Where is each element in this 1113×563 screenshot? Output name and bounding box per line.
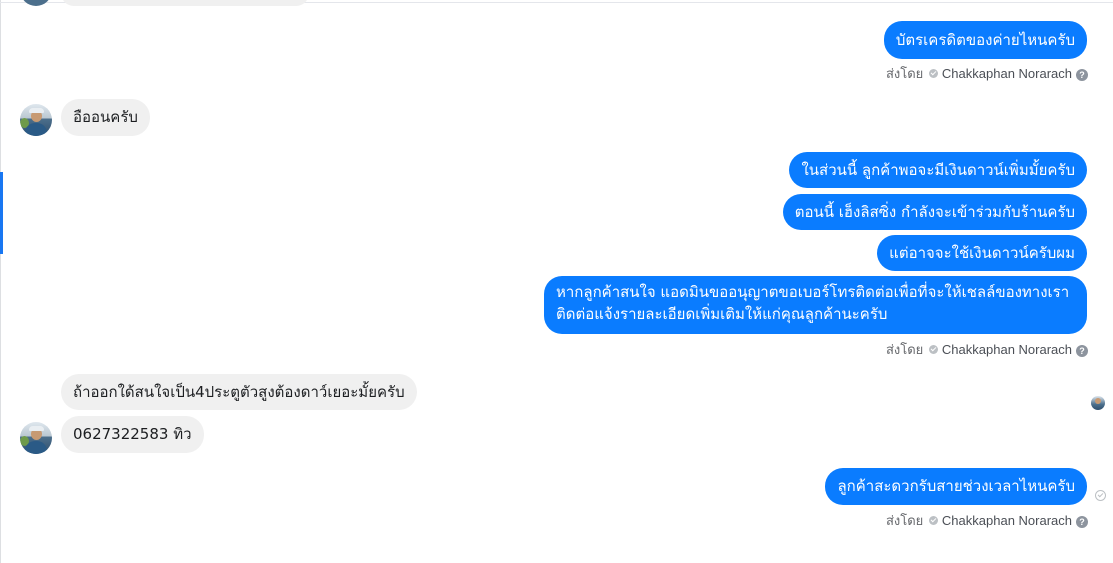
sender-name[interactable]: Chakkaphan Norarach — [942, 513, 1072, 528]
message-bubble-outgoing[interactable]: ลูกค้าสะดวกรับสายช่วงเวลาไหนครับ — [825, 468, 1087, 505]
active-accent-bar — [0, 172, 3, 254]
message-text: ถ้าออกใด้สนใจเป็น4ประตูตัวสูงต้องดาว์เยอ… — [73, 383, 405, 401]
message-text: ตอนนี้ เฮ็งลิสซิ่ง กำลังจะเข้าร่วมกับร้า… — [794, 203, 1075, 221]
check-circle-icon — [928, 516, 938, 525]
message-bubble-incoming-clipped[interactable] — [61, 0, 309, 6]
message-bubble-outgoing[interactable]: หากลูกค้าสนใจ แอดมินขออนุญาตขอเบอร์โทรติ… — [544, 276, 1087, 334]
message-text: 0627322583 ทิว — [73, 425, 192, 443]
question-circle-icon[interactable]: ? — [1076, 345, 1088, 357]
check-circle-icon — [928, 345, 938, 354]
sent-by-prefix: ส่งโดย — [885, 513, 924, 528]
message-text: อืออนครับ — [73, 108, 138, 126]
sent-by-label: ส่งโดย Chakkaphan Norarach? — [886, 66, 1088, 82]
sender-name[interactable]: Chakkaphan Norarach — [942, 342, 1072, 357]
conversation-pane: บัตรเครดิตของค่ายไหนครับ ส่งโดย Chakkaph… — [0, 0, 1113, 563]
message-bubble-incoming[interactable]: อืออนครับ — [61, 99, 150, 136]
message-text: หากลูกค้าสนใจ แอดมินขออนุญาตขอเบอร์โทรติ… — [556, 283, 1070, 323]
message-text: ในส่วนนี้ ลูกค้าพอจะมีเงินดาวน์เพิ่มมั้ย… — [801, 161, 1075, 179]
message-text: แต่อาจจะใช้เงินดาวน์ครับผม — [889, 244, 1075, 262]
message-bubble-outgoing[interactable]: ในส่วนนี้ ลูกค้าพอจะมีเงินดาวน์เพิ่มมั้ย… — [789, 152, 1087, 188]
pane-divider — [0, 0, 1, 563]
message-bubble-outgoing[interactable]: ตอนนี้ เฮ็งลิสซิ่ง กำลังจะเข้าร่วมกับร้า… — [782, 194, 1087, 230]
message-bubble-outgoing[interactable]: แต่อาจจะใช้เงินดาวน์ครับผม — [877, 235, 1087, 271]
message-bubble-incoming[interactable]: 0627322583 ทิว — [61, 416, 204, 453]
check-circle-icon — [928, 69, 938, 78]
avatar[interactable] — [20, 104, 52, 136]
avatar[interactable] — [20, 422, 52, 454]
sent-by-label: ส่งโดย Chakkaphan Norarach? — [886, 513, 1088, 529]
message-text: ลูกค้าสะดวกรับสายช่วงเวลาไหนครับ — [837, 477, 1075, 495]
sender-name[interactable]: Chakkaphan Norarach — [942, 66, 1072, 81]
sent-by-prefix: ส่งโดย — [885, 342, 924, 357]
message-text: บัตรเครดิตของค่ายไหนครับ — [895, 31, 1075, 49]
message-bubble-outgoing[interactable]: บัตรเครดิตของค่ายไหนครับ — [883, 21, 1087, 59]
question-circle-icon[interactable]: ? — [1076, 69, 1088, 81]
question-circle-icon[interactable]: ? — [1076, 516, 1088, 528]
read-receipt-avatar — [1091, 396, 1105, 410]
sent-by-label: ส่งโดย Chakkaphan Norarach? — [886, 342, 1088, 358]
message-bubble-incoming[interactable]: ถ้าออกใด้สนใจเป็น4ประตูตัวสูงต้องดาว์เยอ… — [61, 374, 417, 410]
seen-check-icon — [1095, 490, 1106, 501]
sent-by-prefix: ส่งโดย — [885, 66, 924, 81]
avatar[interactable] — [20, 0, 52, 6]
